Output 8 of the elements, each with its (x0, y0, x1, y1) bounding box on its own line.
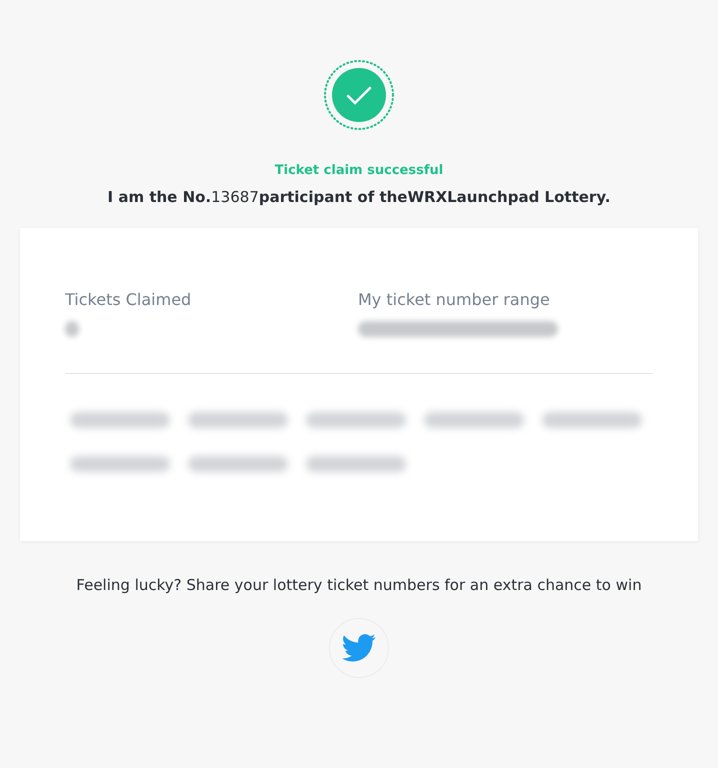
summary-label: My ticket number range (358, 290, 551, 309)
redacted-value (65, 321, 79, 337)
participant-message: I am the No.13687participant of theWRXLaunchpad Lottery. (108, 188, 610, 206)
summary-label: Tickets Claimed (65, 290, 192, 309)
share-message: Feeling lucky? Share your lottery ticket numbers for an extra chance to win (75, 575, 643, 596)
success-title: Ticket claim successful (274, 163, 444, 178)
bird-icon (342, 633, 376, 663)
success-check-icon (323, 59, 395, 131)
